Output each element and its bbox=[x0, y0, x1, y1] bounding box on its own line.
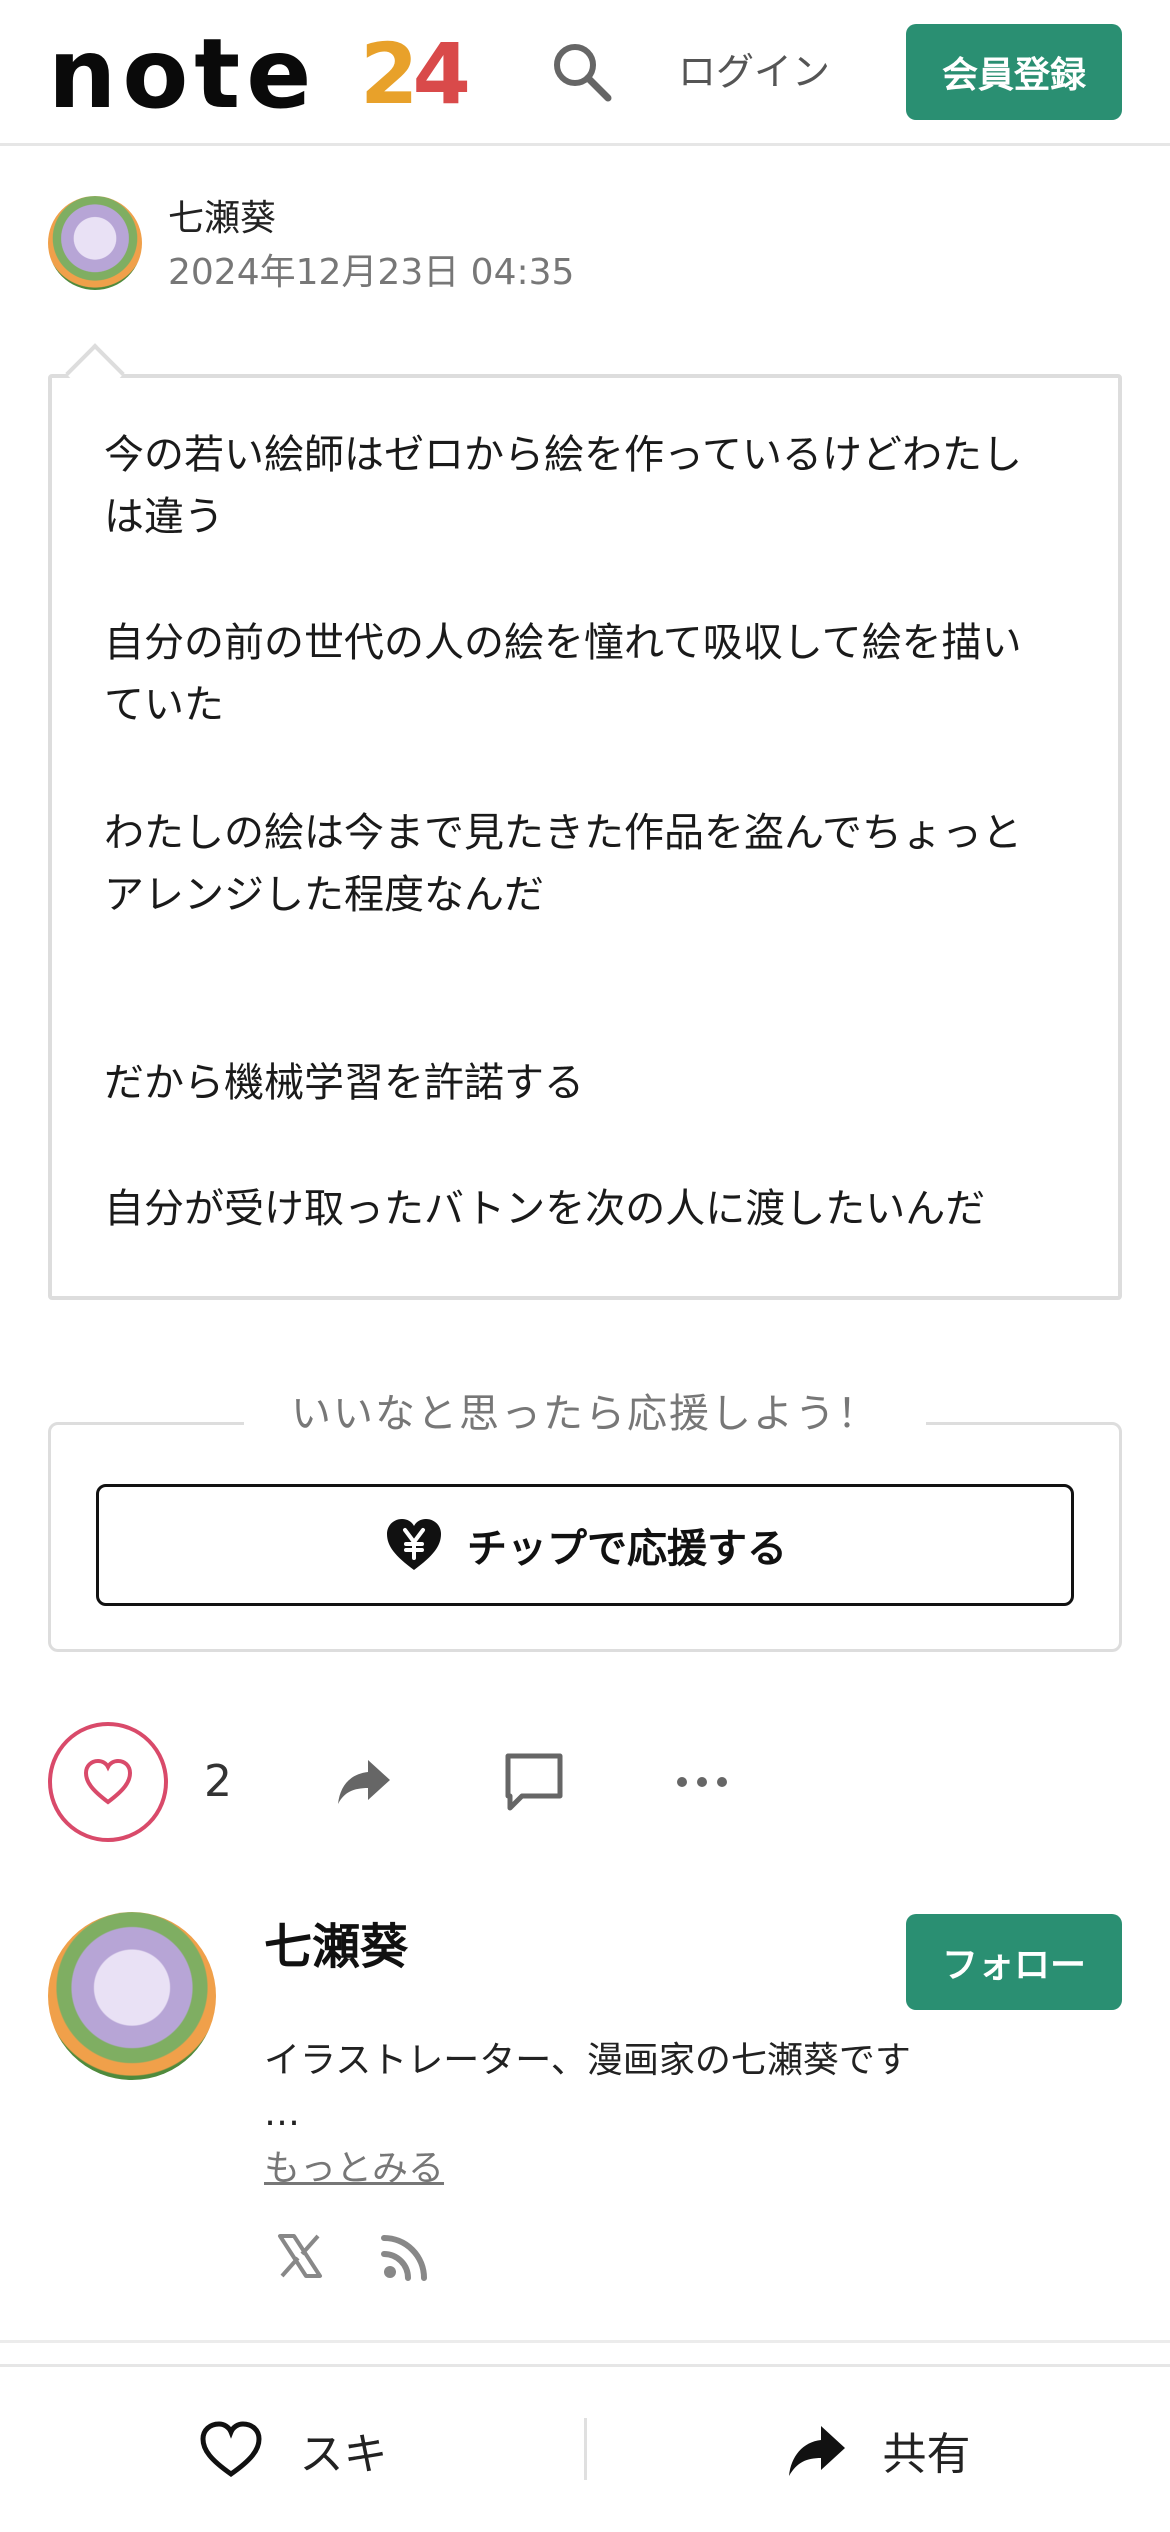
post-text-line: 自分が受け取ったバトンを次の人に渡したいんだ bbox=[104, 1186, 986, 1232]
post-text-line: 自分の前の世代の人の絵を憧れて吸収して絵を描い bbox=[104, 620, 1022, 666]
bottom-share-button[interactable]: 共有 bbox=[585, 2390, 1170, 2510]
post-date: 2024年12月23日 04:35 bbox=[168, 252, 575, 293]
signup-button[interactable]: 会員登録 bbox=[906, 24, 1122, 120]
yen-heart-icon bbox=[387, 1519, 441, 1570]
support-caption: いいなと思ったら応援しよう！ bbox=[244, 1384, 926, 1444]
login-link[interactable]: ログイン bbox=[678, 44, 830, 100]
more-options-icon[interactable] bbox=[672, 1762, 732, 1802]
logo-badge-digit-4: 4 bbox=[412, 25, 471, 123]
post-text-line: は違う bbox=[104, 494, 224, 540]
post-text-line: ていた bbox=[104, 682, 224, 728]
profile-bio: イラストレーター、漫画家の七瀬葵です bbox=[264, 2040, 911, 2081]
author-name[interactable]: 七瀬葵 bbox=[168, 196, 276, 242]
profile-bio-ellipsis: … bbox=[264, 2093, 300, 2134]
post-text-line: わたしの絵は今まで見たきた作品を盗んでちょっと bbox=[104, 810, 1022, 856]
heart-icon bbox=[83, 1758, 133, 1805]
logo-wordmark: note bbox=[48, 18, 318, 130]
profile-name[interactable]: 七瀬葵 bbox=[264, 1916, 408, 1978]
post-text-line: だから機械学習を許諾する bbox=[104, 1060, 584, 1106]
logo-anniversary-badge: 24 bbox=[360, 25, 471, 123]
search-icon[interactable] bbox=[548, 38, 616, 106]
author-avatar[interactable] bbox=[48, 196, 142, 290]
post-text-line: 今の若い絵師はゼロから絵を作っているけどわたし bbox=[104, 432, 1022, 478]
bottom-like-label: スキ bbox=[299, 2429, 388, 2480]
post-text-line: アレンジした程度なんだ bbox=[104, 872, 544, 918]
bottom-like-button[interactable]: スキ bbox=[0, 2390, 585, 2510]
note-logo[interactable]: note 24 bbox=[48, 18, 471, 130]
profile-more-link[interactable]: もっとみる bbox=[264, 2144, 444, 2194]
like-count: 2 bbox=[204, 1756, 232, 1807]
follow-button[interactable]: フォロー bbox=[906, 1914, 1122, 2010]
heart-outline-icon bbox=[199, 2421, 262, 2478]
share-icon[interactable] bbox=[334, 1752, 394, 1812]
bottom-share-label: 共有 bbox=[882, 2429, 971, 2480]
profile-avatar[interactable] bbox=[48, 1912, 216, 2080]
comment-icon[interactable] bbox=[500, 1748, 568, 1816]
x-icon[interactable] bbox=[272, 2228, 328, 2284]
tip-button[interactable]: チップで応援する bbox=[96, 1484, 1074, 1606]
rss-icon[interactable] bbox=[378, 2228, 434, 2284]
share-arrow-icon bbox=[788, 2426, 845, 2476]
section-divider bbox=[0, 2340, 1170, 2343]
tip-button-label: チップで応援する bbox=[467, 1526, 787, 1572]
logo-badge-digit-2: 2 bbox=[360, 25, 419, 123]
like-button[interactable] bbox=[48, 1722, 168, 1842]
